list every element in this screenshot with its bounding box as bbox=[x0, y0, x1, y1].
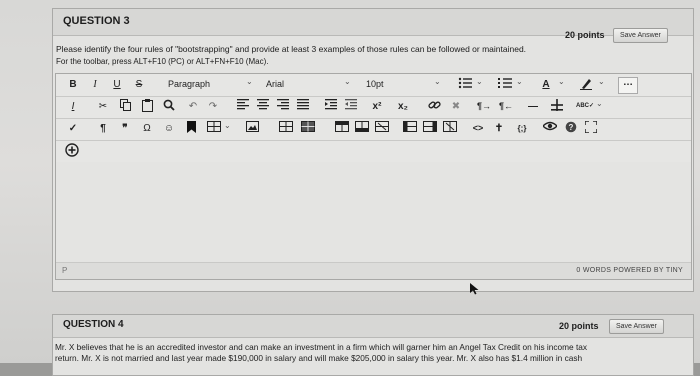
chevron-down-icon[interactable]: ⌄ bbox=[224, 121, 231, 130]
toolbar-row-2: I ✂ ↶ ↷ x² x₂ ✖ ¶→ ¶← — ABC✓ ⌄ bbox=[56, 96, 691, 119]
col-insert-after-icon[interactable] bbox=[422, 121, 438, 136]
row-insert-before-icon[interactable] bbox=[334, 121, 350, 136]
paste-icon[interactable] bbox=[140, 99, 154, 114]
question-3-header: QUESTION 3 20 points Save Answer bbox=[53, 9, 693, 43]
editor-status-bar: P 0 WORDS POWERED BY TINY bbox=[56, 262, 691, 279]
chevron-down-icon[interactable]: ⌄ bbox=[434, 77, 441, 86]
clear-formatting-icon[interactable]: I bbox=[66, 99, 80, 114]
ltr-direction-icon[interactable]: ¶→ bbox=[476, 99, 492, 114]
question-3-points: 20 points bbox=[565, 30, 605, 40]
checkmark-icon[interactable]: ✓ bbox=[66, 121, 80, 136]
strikethrough-button[interactable]: S bbox=[132, 77, 146, 92]
word-count: 0 WORDS POWERED BY TINY bbox=[576, 267, 683, 274]
bold-button[interactable]: B bbox=[66, 77, 80, 92]
question-3-prompt: Please identify the four rules of "boots… bbox=[56, 44, 527, 54]
more-options-icon[interactable]: … bbox=[618, 77, 638, 94]
bullet-list-icon[interactable] bbox=[456, 77, 474, 92]
text-color-icon[interactable]: A bbox=[538, 77, 554, 92]
cut-icon[interactable]: ✂ bbox=[96, 99, 110, 114]
paragraph-format-select[interactable]: Paragraph bbox=[168, 77, 228, 92]
accessibility-icon[interactable]: ✝ bbox=[492, 121, 506, 136]
help-icon[interactable]: ? bbox=[564, 121, 578, 136]
underline-button[interactable]: U bbox=[110, 77, 124, 92]
align-left-icon[interactable] bbox=[236, 99, 250, 114]
toolbar-row-4 bbox=[56, 140, 691, 162]
numbered-list-icon[interactable] bbox=[496, 77, 514, 92]
chevron-down-icon[interactable]: ⌄ bbox=[476, 77, 483, 86]
search-icon[interactable] bbox=[162, 99, 176, 114]
question-3-save-button[interactable]: Save Answer bbox=[613, 28, 668, 43]
element-path: P bbox=[62, 266, 68, 275]
table-insert-icon[interactable] bbox=[206, 121, 222, 136]
fullscreen-icon[interactable] bbox=[584, 121, 598, 136]
preview-eye-icon[interactable] bbox=[542, 121, 558, 136]
chevron-down-icon[interactable]: ⌄ bbox=[598, 77, 605, 86]
editor-text-area[interactable] bbox=[56, 162, 691, 262]
rtl-direction-icon[interactable]: ¶← bbox=[498, 99, 514, 114]
svg-text:?: ? bbox=[569, 123, 574, 132]
outdent-icon[interactable] bbox=[344, 99, 358, 114]
toolbar-hint: For the toolbar, press ALT+F10 (PC) or A… bbox=[56, 57, 269, 66]
subscript-button[interactable]: x₂ bbox=[394, 99, 412, 114]
chevron-down-icon[interactable]: ⌄ bbox=[516, 77, 523, 86]
italic-button[interactable]: I bbox=[88, 77, 102, 92]
mouse-cursor-icon bbox=[470, 282, 479, 300]
chevron-down-icon[interactable]: ⌄ bbox=[344, 77, 351, 86]
code-view-button[interactable]: <> bbox=[470, 121, 486, 136]
highlight-pen-icon[interactable] bbox=[578, 77, 594, 92]
toolbar-row-3: ✓ ¶ ❞ Ω ☺ ⌄ <> ✝ {;} ? bbox=[56, 118, 691, 141]
table-props-icon[interactable] bbox=[278, 121, 294, 136]
row-delete-icon[interactable] bbox=[374, 121, 390, 136]
align-justify-icon[interactable] bbox=[296, 99, 310, 114]
paragraph-mark-button[interactable]: ¶ bbox=[96, 121, 110, 136]
font-family-select[interactable]: Arial bbox=[266, 77, 326, 92]
undo-icon[interactable]: ↶ bbox=[186, 99, 200, 114]
unlink-icon[interactable]: ✖ bbox=[448, 99, 464, 114]
question-4-text-line-2: return. Mr. X is not married and last ye… bbox=[55, 353, 583, 363]
add-content-icon[interactable] bbox=[64, 143, 80, 158]
horizontal-line-icon[interactable]: — bbox=[526, 99, 540, 114]
question-3-title: QUESTION 3 bbox=[63, 15, 130, 27]
special-character-button[interactable]: Ω bbox=[140, 121, 154, 136]
superscript-button[interactable]: x² bbox=[368, 99, 386, 114]
bookmark-icon[interactable] bbox=[184, 121, 198, 136]
redo-icon[interactable]: ↷ bbox=[206, 99, 220, 114]
row-insert-after-icon[interactable] bbox=[354, 121, 370, 136]
align-right-icon[interactable] bbox=[276, 99, 290, 114]
image-insert-icon[interactable] bbox=[244, 121, 260, 136]
table-delete-icon[interactable] bbox=[300, 121, 316, 136]
rich-text-editor: B I U S Paragraph ⌄ Arial ⌄ 10pt ⌄ ⌄ ⌄ A… bbox=[55, 73, 692, 280]
col-insert-before-icon[interactable] bbox=[402, 121, 418, 136]
question-4-title: QUESTION 4 bbox=[63, 319, 124, 330]
font-size-select[interactable]: 10pt bbox=[366, 77, 406, 92]
code-sample-icon[interactable]: {;} bbox=[514, 121, 530, 136]
align-center-icon[interactable] bbox=[256, 99, 270, 114]
question-4-points: 20 points bbox=[559, 321, 599, 331]
chevron-down-icon[interactable]: ⌄ bbox=[558, 77, 565, 86]
toolbar-row-1: B I U S Paragraph ⌄ Arial ⌄ 10pt ⌄ ⌄ ⌄ A… bbox=[56, 74, 691, 97]
link-icon[interactable] bbox=[426, 99, 442, 114]
assessment-page: QUESTION 3 20 points Save Answer Please … bbox=[0, 0, 700, 376]
spellcheck-icon[interactable]: ABC✓ bbox=[576, 99, 594, 114]
blockquote-button[interactable]: ❞ bbox=[118, 121, 132, 136]
question-4-text-line-1: Mr. X believes that he is an accredited … bbox=[55, 342, 588, 352]
chevron-down-icon[interactable]: ⌄ bbox=[596, 99, 603, 108]
chevron-down-icon[interactable]: ⌄ bbox=[246, 77, 253, 86]
insert-plus-icon[interactable] bbox=[550, 99, 564, 114]
col-delete-icon[interactable] bbox=[442, 121, 458, 136]
question-4-header: QUESTION 4 20 points Save Answer bbox=[53, 315, 693, 338]
question-4-save-button[interactable]: Save Answer bbox=[609, 319, 664, 334]
indent-icon[interactable] bbox=[324, 99, 338, 114]
copy-icon[interactable] bbox=[118, 99, 132, 114]
emoji-icon[interactable]: ☺ bbox=[162, 121, 176, 136]
